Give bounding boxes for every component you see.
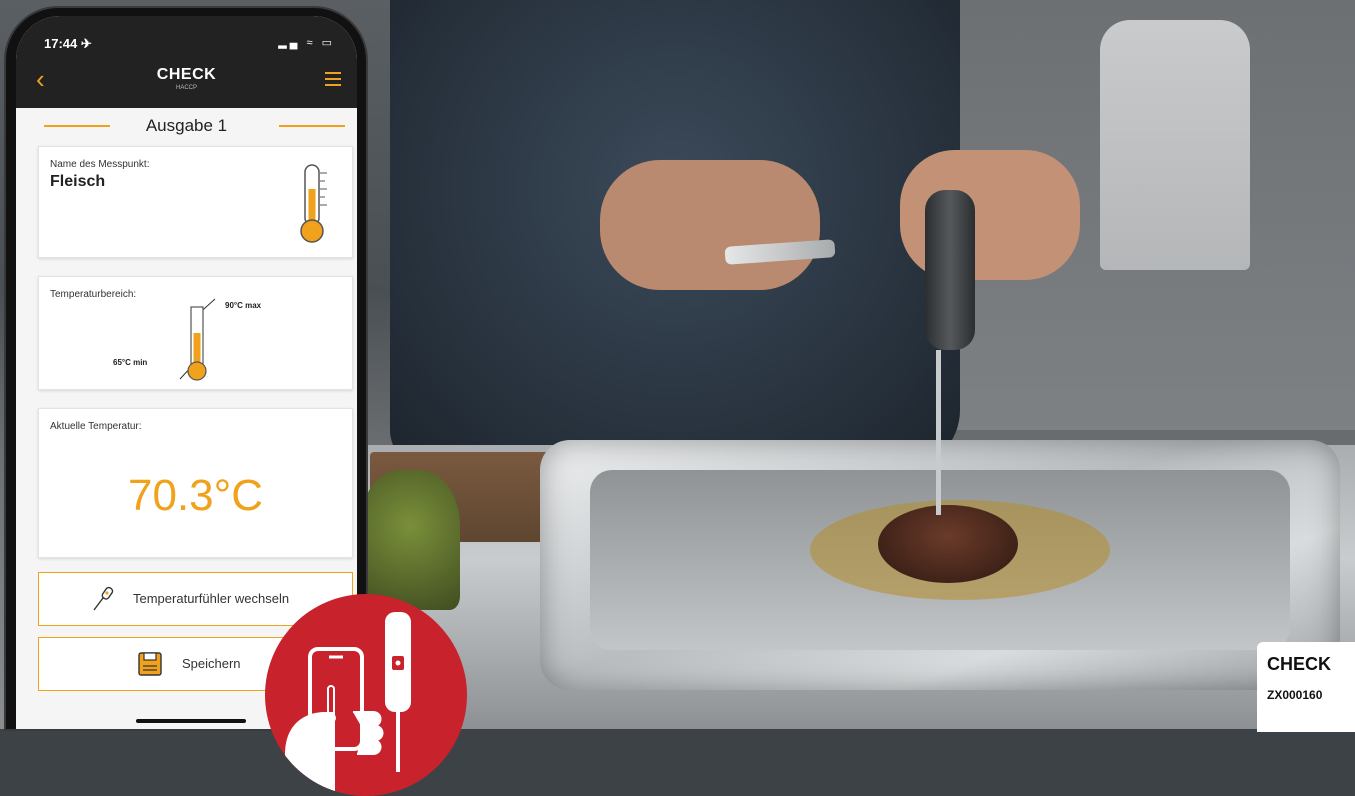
nav-bar: ‹ CHECK HACCP — [16, 56, 357, 108]
measuring-point-caption: Name des Messpunkt: — [50, 159, 150, 170]
app-title: CHECK — [156, 66, 217, 83]
home-indicator — [136, 719, 246, 723]
thermometer-probe-rod — [936, 350, 941, 515]
thermometer-icon — [300, 164, 327, 243]
range-caption: Temperaturbereich: — [50, 289, 137, 300]
probe-icon — [93, 586, 114, 611]
status-time: 17:44 ✈ — [44, 36, 92, 51]
thermometer-probe-handle — [925, 190, 975, 350]
status-indicators-icon: ▂▄ ≈ ▭ — [278, 37, 335, 49]
background-chair — [1100, 20, 1250, 270]
product-code: ZX000160 — [1267, 688, 1323, 702]
current-temperature-value: 70.3°C — [127, 471, 263, 520]
phone-and-probe-icon — [285, 612, 411, 794]
floppy-disk-icon — [138, 652, 162, 676]
hamburger-icon[interactable] — [325, 72, 341, 86]
current-temperature-card: Aktuelle Temperatur: 70.3°C — [38, 408, 353, 558]
herb-plants — [360, 470, 460, 610]
product-name: CHECK — [1267, 654, 1332, 674]
product-label: CHECK ZX000160 — [1257, 642, 1355, 732]
left-hand — [600, 160, 820, 290]
temperature-range-card: Temperaturbereich: 90°C max 65°C min — [38, 276, 353, 390]
measuring-point-card: Name des Messpunkt: Fleisch — [38, 146, 353, 258]
app-subtitle: HACCP — [175, 85, 197, 91]
current-caption: Aktuelle Temperatur: — [50, 421, 142, 432]
range-min-label: 65°C min — [113, 358, 148, 367]
status-bar: 17:44 ✈ ▂▄ ≈ ▭ — [16, 16, 357, 56]
measuring-point-value: Fleisch — [50, 173, 106, 190]
app-probe-badge — [265, 594, 467, 796]
burger-patty — [878, 505, 1018, 583]
range-max-label: 90°C max — [225, 301, 262, 310]
change-probe-label: Temperaturfühler wechseln — [133, 591, 290, 606]
save-label: Speichern — [182, 656, 241, 671]
section-header: Ausgabe 1 — [16, 114, 357, 138]
range-gauge-icon — [179, 298, 216, 381]
divider — [279, 125, 345, 127]
